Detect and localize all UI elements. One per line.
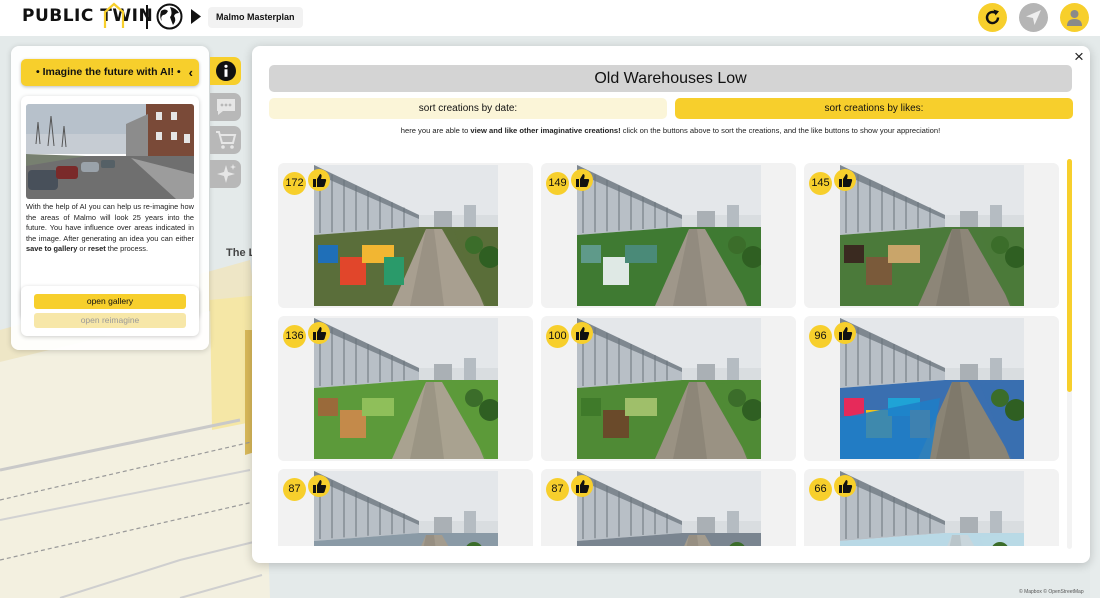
like-button[interactable] bbox=[834, 322, 856, 344]
like-button[interactable] bbox=[308, 169, 330, 191]
creation-image[interactable] bbox=[577, 165, 761, 306]
creations-grid[interactable]: 172 149 145 136 100 96 87 87 66 bbox=[278, 161, 1059, 546]
like-count-badge: 96 bbox=[809, 325, 832, 348]
app-logo[interactable]: PUBLIC TWIN bbox=[22, 6, 153, 26]
like-button[interactable] bbox=[308, 475, 330, 497]
modal-title: Old Warehouses Low bbox=[269, 65, 1072, 92]
like-count-badge: 66 bbox=[809, 478, 832, 501]
creation-card[interactable]: 100 bbox=[541, 316, 796, 461]
creation-image[interactable] bbox=[577, 471, 761, 546]
thumbs-up-icon bbox=[575, 479, 589, 493]
like-count-badge: 87 bbox=[283, 478, 306, 501]
like-button[interactable] bbox=[834, 475, 856, 497]
creation-card[interactable]: 136 bbox=[278, 316, 533, 461]
sparkles-icon bbox=[216, 164, 236, 183]
thumbs-up-icon bbox=[838, 326, 852, 340]
ai-banner-toggle[interactable]: • Imagine the future with AI! • ‹ bbox=[21, 59, 199, 86]
play-triangle-icon[interactable] bbox=[191, 9, 201, 24]
like-count-badge: 172 bbox=[283, 172, 306, 195]
info-icon bbox=[215, 61, 236, 81]
creation-image[interactable] bbox=[840, 318, 1024, 459]
close-icon[interactable]: × bbox=[1071, 48, 1087, 65]
refresh-icon bbox=[985, 9, 1000, 25]
open-reimagine-button[interactable]: open reimagine bbox=[34, 313, 186, 328]
globe-icon[interactable] bbox=[156, 3, 183, 30]
creation-image[interactable] bbox=[840, 471, 1024, 546]
info-description: With the help of AI you can help us re-i… bbox=[26, 202, 194, 254]
creation-card[interactable]: 145 bbox=[804, 163, 1059, 308]
thumbs-up-icon bbox=[312, 173, 326, 187]
user-profile-button[interactable] bbox=[1060, 3, 1089, 32]
like-button[interactable] bbox=[571, 322, 593, 344]
user-icon bbox=[1067, 10, 1082, 26]
like-count-badge: 100 bbox=[546, 325, 569, 348]
like-count-badge: 87 bbox=[546, 478, 569, 501]
chat-tab[interactable] bbox=[210, 93, 241, 121]
thumbs-up-icon bbox=[312, 326, 326, 340]
ai-banner-text: • Imagine the future with AI! • bbox=[36, 66, 181, 78]
like-count-badge: 136 bbox=[283, 325, 306, 348]
like-count-badge: 145 bbox=[809, 172, 832, 195]
project-selector[interactable]: Malmo Masterplan bbox=[208, 7, 303, 28]
creation-card[interactable]: 87 bbox=[541, 469, 796, 546]
creation-card[interactable]: 96 bbox=[804, 316, 1059, 461]
gallery-modal: × Old Warehouses Low sort creations by d… bbox=[252, 46, 1090, 563]
header-divider bbox=[146, 5, 148, 29]
gallery-scrollbar-thumb[interactable] bbox=[1067, 159, 1072, 392]
creation-card[interactable]: 172 bbox=[278, 163, 533, 308]
refresh-button[interactable] bbox=[978, 3, 1007, 32]
magic-tab[interactable] bbox=[210, 160, 241, 188]
navigation-arrow-icon bbox=[1026, 10, 1041, 25]
map-attribution[interactable]: © Mapbox © OpenStreetMap bbox=[1019, 589, 1084, 595]
cart-tab[interactable] bbox=[210, 126, 241, 154]
creation-card[interactable]: 87 bbox=[278, 469, 533, 546]
creation-image[interactable] bbox=[577, 318, 761, 459]
gallery-instructions: here you are able to view and like other… bbox=[400, 126, 941, 135]
house-icon bbox=[103, 2, 125, 28]
thumbs-up-icon bbox=[838, 479, 852, 493]
thumbs-up-icon bbox=[838, 173, 852, 187]
like-count-badge: 149 bbox=[546, 172, 569, 195]
sort-by-likes-button[interactable]: sort creations by likes: bbox=[675, 98, 1073, 119]
reimagine-panel: • Imagine the future with AI! • ‹ With t… bbox=[11, 46, 209, 350]
cart-icon bbox=[215, 131, 236, 149]
thumbs-up-icon bbox=[575, 173, 589, 187]
chat-icon bbox=[216, 99, 235, 115]
chevron-left-icon[interactable]: ‹ bbox=[189, 59, 193, 86]
street-photo bbox=[26, 104, 194, 199]
thumbs-up-icon bbox=[575, 326, 589, 340]
locate-button[interactable] bbox=[1019, 3, 1048, 32]
info-tab[interactable] bbox=[210, 57, 241, 85]
like-button[interactable] bbox=[571, 169, 593, 191]
like-button[interactable] bbox=[834, 169, 856, 191]
creation-image[interactable] bbox=[840, 165, 1024, 306]
top-bar: PUBLIC TWIN Malmo Masterplan bbox=[0, 0, 1100, 36]
like-button[interactable] bbox=[571, 475, 593, 497]
creation-image[interactable] bbox=[314, 318, 498, 459]
thumbs-up-icon bbox=[312, 479, 326, 493]
creation-image[interactable] bbox=[314, 471, 498, 546]
creation-card[interactable]: 149 bbox=[541, 163, 796, 308]
open-gallery-button[interactable]: open gallery bbox=[34, 294, 186, 309]
action-buttons-card: open gallery open reimagine bbox=[21, 286, 199, 336]
like-button[interactable] bbox=[308, 322, 330, 344]
sort-by-date-button[interactable]: sort creations by date: bbox=[269, 98, 667, 119]
creation-image[interactable] bbox=[314, 165, 498, 306]
creation-card[interactable]: 66 bbox=[804, 469, 1059, 546]
